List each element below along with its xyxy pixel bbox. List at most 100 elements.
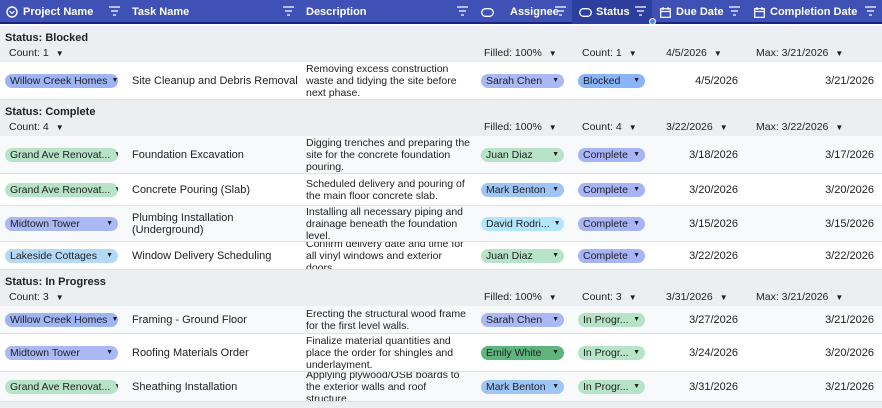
group-due-summary[interactable]: 3/22/2026 ▼ [666, 121, 728, 133]
completion-date-cell[interactable]: 3/20/2026 [746, 174, 882, 205]
project-chip[interactable]: Grand Ave Renovat... ▼ [5, 379, 118, 394]
filter-icon[interactable] [555, 6, 566, 19]
project-cell[interactable]: Grand Ave Renovat... ▼ [5, 174, 123, 205]
description-cell[interactable]: Confirm delivery date and time for all v… [306, 242, 472, 269]
status-chip[interactable]: Complete ▼ [578, 182, 645, 197]
table-row[interactable]: Midtown Tower ▼ Roofing Materials Order F… [0, 334, 882, 372]
table-row[interactable]: Grand Ave Renovat... ▼ Concrete Pouring (… [0, 174, 882, 206]
project-cell[interactable]: Willow Creek Homes ▼ [5, 306, 123, 333]
task-cell[interactable]: Site Cleanup and Debris Removal [132, 62, 300, 99]
project-cell[interactable]: Midtown Tower ▼ [5, 334, 123, 371]
completion-date-cell[interactable]: 3/21/2026 [746, 306, 882, 333]
project-cell[interactable]: Lakeside Cottages ▼ [5, 242, 123, 269]
table-row[interactable]: Lakeside Cottages ▼ Window Delivery Sched… [0, 242, 882, 270]
group-filled-summary[interactable]: Filled: 100% ▼ [484, 121, 557, 133]
task-cell[interactable]: Foundation Excavation [132, 136, 300, 173]
group-due-summary[interactable]: 4/5/2026 ▼ [666, 47, 722, 59]
table-row[interactable]: Midtown Tower ▼ Plumbing Installation (Un… [0, 206, 882, 242]
task-cell[interactable]: Framing - Ground Floor [132, 306, 300, 333]
due-date-cell[interactable]: 3/15/2026 [652, 206, 746, 241]
column-header-description[interactable]: Description [300, 0, 474, 24]
column-resize-handle[interactable] [649, 18, 656, 25]
task-cell[interactable]: Roofing Materials Order [132, 334, 300, 371]
due-date-cell[interactable]: 3/18/2026 [652, 136, 746, 173]
task-cell[interactable]: Window Delivery Scheduling [132, 242, 300, 269]
due-date-cell[interactable]: 3/31/2026 [652, 372, 746, 401]
group-status-count-summary[interactable]: Count: 1 ▼ [582, 47, 637, 59]
project-chip[interactable]: Midtown Tower ▼ [5, 216, 118, 231]
assignee-chip[interactable]: Emily White ▼ [481, 345, 564, 360]
completion-date-cell[interactable]: 3/17/2026 [746, 136, 882, 173]
table-row[interactable]: Willow Creek Homes ▼ Site Cleanup and Deb… [0, 62, 882, 100]
status-chip[interactable]: In Progr... ▼ [578, 312, 645, 327]
description-cell[interactable]: Removing excess construction waste and t… [306, 62, 472, 99]
column-header-assignee[interactable]: Assignee [474, 0, 572, 24]
assignee-cell[interactable]: Emily White ▼ [481, 334, 571, 371]
project-chip[interactable]: Grand Ave Renovat... ▼ [5, 182, 118, 197]
status-cell[interactable]: Complete ▼ [578, 242, 650, 269]
status-chip[interactable]: In Progr... ▼ [578, 379, 645, 394]
table-row[interactable]: Willow Creek Homes ▼ Framing - Ground Flo… [0, 306, 882, 334]
status-cell[interactable]: In Progr... ▼ [578, 372, 650, 401]
completion-date-cell[interactable]: 3/20/2026 [746, 334, 882, 371]
group-count-summary[interactable]: Count: 4 ▼ [9, 121, 64, 133]
group-max-summary[interactable]: Max: 3/22/2026 ▼ [756, 121, 843, 133]
completion-date-cell[interactable]: 3/21/2026 [746, 62, 882, 99]
status-cell[interactable]: Complete ▼ [578, 206, 650, 241]
project-chip[interactable]: Midtown Tower ▼ [5, 345, 118, 360]
project-chip[interactable]: Lakeside Cottages ▼ [5, 248, 118, 263]
task-cell[interactable]: Concrete Pouring (Slab) [132, 174, 300, 205]
column-header-status[interactable]: Status [572, 0, 652, 24]
project-chip[interactable]: Willow Creek Homes ▼ [5, 73, 118, 88]
due-date-cell[interactable]: 3/27/2026 [652, 306, 746, 333]
group-filled-summary[interactable]: Filled: 100% ▼ [484, 47, 557, 59]
project-chip[interactable]: Willow Creek Homes ▼ [5, 312, 118, 327]
group-filled-summary[interactable]: Filled: 100% ▼ [484, 291, 557, 303]
filter-icon[interactable] [109, 6, 120, 19]
description-cell[interactable]: Finalize material quantities and place t… [306, 334, 472, 371]
completion-date-cell[interactable]: 3/15/2026 [746, 206, 882, 241]
assignee-cell[interactable]: Juan Diaz ▼ [481, 136, 571, 173]
description-cell[interactable]: Installing all necessary piping and drai… [306, 206, 472, 241]
filter-icon[interactable] [729, 6, 740, 19]
assignee-cell[interactable]: David Rodri... ▼ [481, 206, 571, 241]
table-row[interactable]: Grand Ave Renovat... ▼ Foundation Excavat… [0, 136, 882, 174]
assignee-cell[interactable]: Sarah Chen ▼ [481, 62, 571, 99]
status-chip[interactable]: Blocked ▼ [578, 73, 645, 88]
project-cell[interactable]: Grand Ave Renovat... ▼ [5, 136, 123, 173]
status-cell[interactable]: Blocked ▼ [578, 62, 650, 99]
group-header-complete[interactable]: Status: Complete Count: 4 ▼ Filled: 100% ▼… [0, 100, 882, 136]
group-max-summary[interactable]: Max: 3/21/2026 ▼ [756, 291, 843, 303]
assignee-cell[interactable]: Sarah Chen ▼ [481, 306, 571, 333]
project-cell[interactable]: Grand Ave Renovat... ▼ [5, 372, 123, 401]
status-chip[interactable]: Complete ▼ [578, 248, 645, 263]
assignee-chip[interactable]: Juan Diaz ▼ [481, 147, 564, 162]
status-chip[interactable]: Complete ▼ [578, 147, 645, 162]
group-count-summary[interactable]: Count: 3 ▼ [9, 291, 64, 303]
assignee-chip[interactable]: Mark Benton ▼ [481, 182, 564, 197]
description-cell[interactable]: Scheduled delivery and pouring of the ma… [306, 174, 472, 205]
filter-icon[interactable] [865, 6, 876, 19]
group-header-in-progress[interactable]: Status: In Progress Count: 3 ▼ Filled: 10… [0, 270, 882, 306]
assignee-cell[interactable]: Mark Benton ▼ [481, 372, 571, 401]
status-chip[interactable]: Complete ▼ [578, 216, 645, 231]
assignee-chip[interactable]: Sarah Chen ▼ [481, 73, 564, 88]
column-header-completion-date[interactable]: Completion Date [746, 0, 882, 24]
group-status-count-summary[interactable]: Count: 3 ▼ [582, 291, 637, 303]
group-due-summary[interactable]: 3/31/2026 ▼ [666, 291, 728, 303]
group-count-summary[interactable]: Count: 1 ▼ [9, 47, 64, 59]
completion-date-cell[interactable]: 3/22/2026 [746, 242, 882, 269]
assignee-chip[interactable]: Juan Diaz ▼ [481, 248, 564, 263]
assignee-chip[interactable]: Mark Benton ▼ [481, 379, 564, 394]
status-cell[interactable]: In Progr... ▼ [578, 306, 650, 333]
status-cell[interactable]: Complete ▼ [578, 174, 650, 205]
description-cell[interactable]: Applying plywood/OSB boards to the exter… [306, 372, 472, 401]
completion-date-cell[interactable]: 3/21/2026 [746, 372, 882, 401]
table-row[interactable]: Grand Ave Renovat... ▼ Sheathing Installa… [0, 372, 882, 402]
assignee-chip[interactable]: David Rodri... ▼ [481, 216, 564, 231]
filter-icon[interactable] [457, 6, 468, 19]
assignee-cell[interactable]: Mark Benton ▼ [481, 174, 571, 205]
description-cell[interactable]: Digging trenches and preparing the site … [306, 136, 472, 173]
project-cell[interactable]: Midtown Tower ▼ [5, 206, 123, 241]
due-date-cell[interactable]: 4/5/2026 [652, 62, 746, 99]
